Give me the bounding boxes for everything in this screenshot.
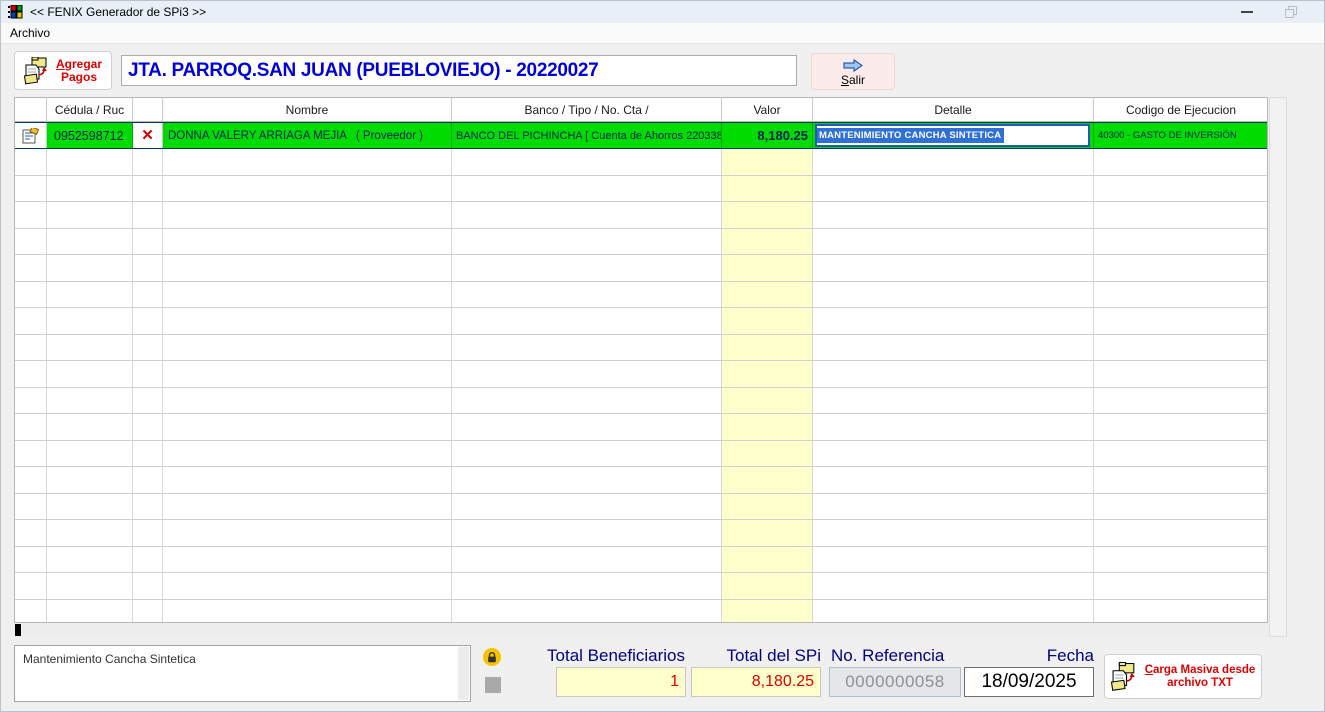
header-delete-col (133, 98, 163, 122)
folder-load-icon (1111, 662, 1139, 692)
grid-empty-rows (15, 149, 1267, 623)
table-row-empty (15, 229, 1268, 256)
folder-add-icon (24, 57, 51, 85)
grid-vertical-scrollbar[interactable] (1269, 97, 1287, 637)
salir-label: Salir (841, 73, 865, 87)
window-title: << FENIX Generador de SPi3 >> (30, 5, 206, 19)
app-logo-icon (7, 5, 23, 19)
cell-nombre[interactable]: DONNA VALERY ARRIAGA MEJIA ( Proveedor ) (163, 123, 452, 148)
table-row-empty (15, 202, 1268, 229)
agregar-pagos-button[interactable]: Agregar Pagos (14, 51, 112, 90)
table-row-empty (15, 308, 1268, 335)
title-bar: << FENIX Generador de SPi3 >> (1, 1, 1325, 23)
table-row-empty (15, 255, 1268, 282)
header-nombre: Nombre (163, 98, 452, 122)
grid-header-row: Cédula / Ruc Nombre Banco / Tipo / No. C… (15, 98, 1268, 122)
table-row-empty (15, 441, 1268, 468)
detalle-comment-box[interactable]: Mantenimiento Cancha Sintetica (14, 645, 471, 702)
cell-banco[interactable]: BANCO DEL PICHINCHA [ Cuenta de Ahorros … (452, 123, 722, 148)
minimize-icon (1241, 11, 1253, 13)
referencia-label: No. Referencia (831, 646, 944, 666)
edit-row-button[interactable] (15, 123, 47, 148)
header-cedula: Cédula / Ruc (47, 98, 133, 122)
table-row-empty (15, 149, 1268, 176)
cell-valor[interactable]: 8,180.25 (722, 123, 813, 148)
carga-masiva-button[interactable]: Carga Masiva desde archivo TXT (1104, 654, 1262, 699)
table-row-empty (15, 494, 1268, 521)
delete-x-icon: ✕ (141, 128, 154, 143)
referencia-field: 0000000058 (829, 667, 961, 697)
comment-text: Mantenimiento Cancha Sintetica (23, 652, 196, 666)
total-beneficiarios-label: Total Beneficiarios (519, 646, 685, 666)
total-spi-label: Total del SPi (706, 646, 821, 666)
carga-masiva-label: Carga Masiva desde archivo TXT (1145, 664, 1256, 690)
table-row-empty (15, 176, 1268, 203)
table-row-empty (15, 361, 1268, 388)
grid-horizontal-scrollbar[interactable] (14, 623, 1269, 637)
cell-cedula[interactable]: 0952598712 (47, 123, 133, 148)
table-row-empty (15, 573, 1268, 600)
comment-scrollbar[interactable] (458, 647, 469, 700)
header-banco: Banco / Tipo / No. Cta / (452, 98, 722, 122)
total-beneficiarios-field: 1 (556, 667, 686, 697)
total-spi-field: 8,180.25 (691, 667, 821, 697)
fecha-field[interactable]: 18/09/2025 (964, 667, 1094, 697)
payments-grid: Cédula / Ruc Nombre Banco / Tipo / No. C… (14, 97, 1268, 623)
hscroll-thumb[interactable] (15, 624, 21, 636)
exit-arrow-icon (843, 59, 863, 72)
menu-archivo[interactable]: Archivo (1, 23, 59, 43)
table-row-empty (15, 335, 1268, 362)
header-codigo: Codigo de Ejecucion (1094, 98, 1268, 122)
restore-icon (1285, 6, 1298, 18)
header-detalle: Detalle (813, 98, 1094, 122)
menu-bar: Archivo (1, 23, 1325, 44)
entity-title-text: JTA. PARROQ.SAN JUAN (PUEBLOVIEJO) - 202… (122, 60, 598, 82)
table-row-empty (15, 414, 1268, 441)
header-valor: Valor (722, 98, 813, 122)
salir-button[interactable]: Salir (811, 53, 895, 90)
delete-row-button[interactable]: ✕ (133, 123, 163, 148)
lock-icon[interactable] (483, 648, 501, 666)
cell-detalle: MANTENIMIENTO CANCHA SINTETICA (813, 123, 1094, 148)
table-row-empty (15, 467, 1268, 494)
detalle-selected-text: MANTENIMIENTO CANCHA SINTETICA (817, 128, 1004, 143)
table-row-empty (15, 282, 1268, 309)
table-row-empty (15, 388, 1268, 415)
cell-codigo[interactable]: 40300 - GASTO DE INVERSIÓN (1094, 123, 1268, 148)
entity-title-field[interactable]: JTA. PARROQ.SAN JUAN (PUEBLOVIEJO) - 202… (121, 55, 797, 86)
table-row-empty (15, 520, 1268, 547)
agregar-pagos-label: Agregar Pagos (56, 58, 102, 84)
restore-button[interactable] (1269, 1, 1314, 23)
app-window: << FENIX Generador de SPi3 >> Archivo Ag (0, 0, 1325, 712)
table-row-selected[interactable]: 0952598712 ✕ DONNA VALERY ARRIAGA MEJIA … (15, 122, 1268, 149)
table-row-empty (15, 547, 1268, 574)
detalle-edit-input[interactable]: MANTENIMIENTO CANCHA SINTETICA (815, 124, 1090, 147)
edit-properties-icon (22, 128, 39, 144)
table-row-empty (15, 600, 1268, 624)
minimize-button[interactable] (1224, 1, 1269, 23)
header-icon-col (15, 98, 47, 122)
gray-indicator-square (485, 677, 501, 693)
fecha-label: Fecha (986, 646, 1094, 666)
